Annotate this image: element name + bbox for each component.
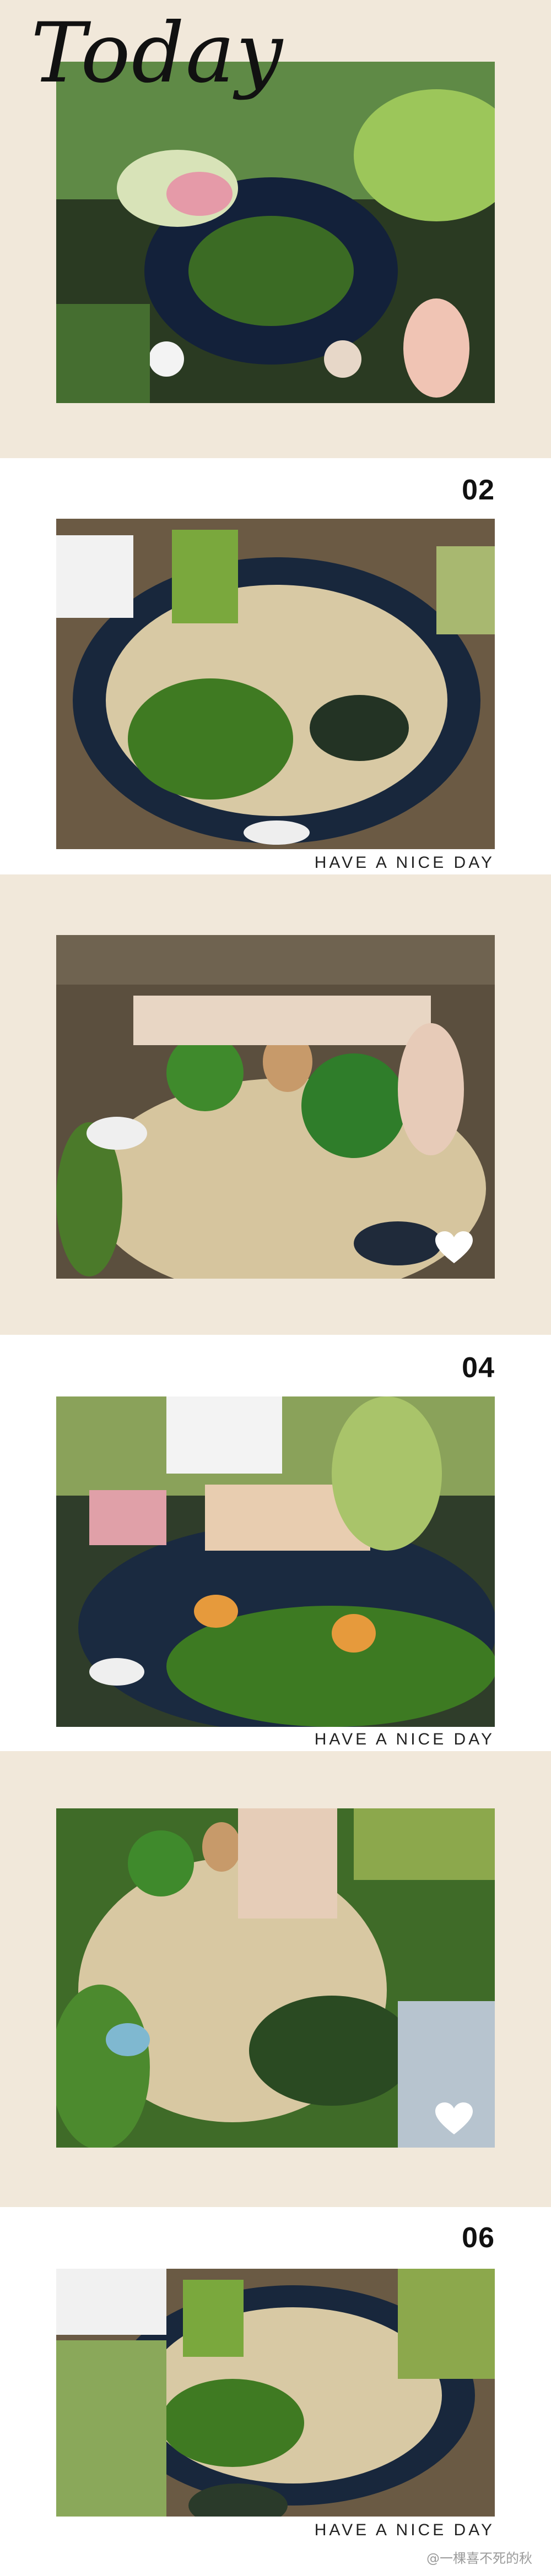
- heart-icon: [434, 1230, 474, 1265]
- slide-4: 04 HAVE A NICE DAY: [0, 1335, 551, 1751]
- watermark: @一棵喜不死的秋: [426, 2551, 532, 2566]
- page-title: Today: [31, 6, 284, 101]
- plant-photo-4: [56, 1396, 495, 1727]
- slide-2: 02 HAVE A NICE DAY: [0, 458, 551, 874]
- slide-caption: HAVE A NICE DAY: [314, 854, 495, 872]
- slide-6: 06 HAVE A NICE DAY: [0, 2207, 551, 2576]
- plant-photo-6: [56, 2269, 495, 2517]
- plant-photo-3: [56, 935, 495, 1279]
- plant-photo-5: [56, 1808, 495, 2148]
- plant-photo-1: [56, 62, 495, 403]
- slide-3: [0, 874, 551, 1335]
- slide-number: 04: [462, 1352, 495, 1384]
- plant-photo-2: [56, 519, 495, 849]
- slide-5: [0, 1751, 551, 2207]
- heart-icon: [434, 2101, 474, 2137]
- slide-number: 06: [462, 2222, 495, 2254]
- slide-caption: HAVE A NICE DAY: [314, 2521, 495, 2539]
- slide-caption: HAVE A NICE DAY: [314, 1730, 495, 1748]
- slide-number: 02: [462, 474, 495, 506]
- slide-1: Today: [0, 0, 551, 458]
